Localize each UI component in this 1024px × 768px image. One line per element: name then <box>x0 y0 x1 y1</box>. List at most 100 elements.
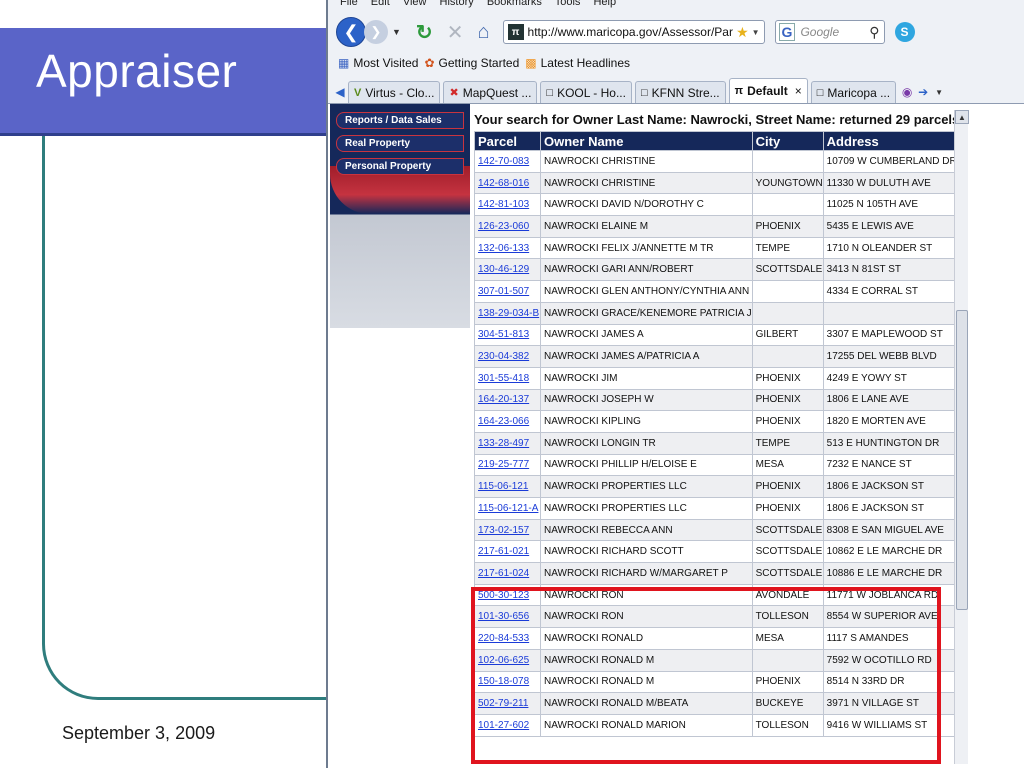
search-placeholder[interactable]: Google <box>800 25 869 39</box>
cell-parcel[interactable]: 138-29-034-B <box>474 301 541 325</box>
parcel-link[interactable]: 132-06-133 <box>478 243 529 254</box>
table-row: 164-23-066 NAWROCKI KIPLING PHOENIX 1820 E … <box>474 410 958 433</box>
skype-icon[interactable]: S <box>894 22 915 42</box>
back-button[interactable]: ❮ <box>336 17 366 47</box>
page-icon: □ <box>640 86 648 99</box>
cell-parcel[interactable]: 115-06-121-A <box>474 497 541 520</box>
cell-address: 3307 E MAPLEWOOD ST <box>822 323 958 347</box>
cell-city: TEMPE <box>751 431 824 455</box>
cell-parcel[interactable]: 301-55-418 <box>474 366 541 390</box>
search-icon[interactable]: ⚲ <box>869 24 879 41</box>
cell-parcel[interactable]: 132-06-133 <box>474 236 541 260</box>
cell-parcel[interactable]: 142-70-083 <box>474 150 541 173</box>
cell-owner: NAWROCKI PROPERTIES LLC <box>540 497 753 520</box>
cell-parcel[interactable]: 230-04-382 <box>474 345 541 368</box>
slide-date: September 3, 2009 <box>62 723 216 743</box>
parcel-link[interactable]: 230-04-382 <box>478 351 529 362</box>
close-tab-icon[interactable]: × <box>795 84 802 98</box>
cell-parcel[interactable]: 164-23-066 <box>474 410 541 433</box>
parcel-link[interactable]: 301-55-418 <box>478 373 529 384</box>
menu-file[interactable]: File <box>340 0 358 8</box>
cell-parcel[interactable]: 307-01-507 <box>474 280 541 303</box>
menu-view[interactable]: View <box>403 0 427 8</box>
tab-scroll-left-icon[interactable]: ◀ <box>332 81 348 103</box>
bookmark-getting-started[interactable]: ✿ Getting Started <box>424 56 519 70</box>
cell-parcel[interactable]: 130-46-129 <box>474 258 541 282</box>
parcel-link[interactable]: 133-28-497 <box>478 438 529 449</box>
menu-tools[interactable]: Tools <box>555 0 581 8</box>
bookmark-star-icon[interactable]: ★ <box>736 24 749 41</box>
stop-icon[interactable]: ✕ <box>447 20 464 45</box>
parcel-link[interactable]: 142-68-016 <box>478 178 529 189</box>
tab-label: MapQuest ... <box>462 85 532 100</box>
vertical-scrollbar[interactable]: ▲ <box>954 110 969 764</box>
parcel-link[interactable]: 115-06-121 <box>478 481 528 492</box>
menu-history[interactable]: History <box>440 0 474 8</box>
parcel-link[interactable]: 217-61-024 <box>478 568 529 579</box>
parcel-link[interactable]: 142-70-083 <box>478 156 529 167</box>
cell-parcel[interactable]: 126-23-060 <box>474 215 541 238</box>
parcel-link[interactable]: 307-01-507 <box>478 286 529 297</box>
cell-parcel[interactable]: 219-25-777 <box>474 453 541 477</box>
url-bar[interactable]: π http://www.maricopa.gov/Assessor/Parce… <box>502 20 765 44</box>
search-box[interactable]: G Google ⚲ <box>774 20 885 44</box>
forward-button[interactable]: ❯ <box>364 20 388 44</box>
cell-address: 11330 W DULUTH AVE <box>822 171 958 195</box>
parcel-link[interactable]: 219-25-777 <box>478 459 529 470</box>
parcel-link[interactable]: 164-23-066 <box>478 416 529 427</box>
url-text[interactable]: http://www.maricopa.gov/Assessor/ParcelA… <box>528 25 734 39</box>
bookmark-most-visited[interactable]: ▦ Most Visited <box>338 56 418 70</box>
menu-edit[interactable]: Edit <box>371 0 390 8</box>
tab-virtus[interactable]: V Virtus - Clo... <box>348 81 441 103</box>
nav-real-property[interactable]: Real Property <box>336 135 464 152</box>
cell-address: 3413 N 81ST ST <box>822 258 958 282</box>
table-row: 173-02-157 NAWROCKI REBECCA ANN SCOTTSDALE… <box>474 518 958 542</box>
parcel-link[interactable]: 138-29-034-B <box>478 308 539 319</box>
scroll-thumb[interactable] <box>956 310 968 610</box>
all-tabs-dropdown-icon[interactable]: ▼ <box>931 81 947 103</box>
cell-parcel[interactable]: 115-06-121 <box>474 475 541 498</box>
cell-address: 4334 E CORRAL ST <box>822 280 958 303</box>
nav-personal-property[interactable]: Personal Property <box>336 158 464 175</box>
tab-scroll-right-icon[interactable]: ➔ <box>915 81 931 103</box>
table-row: 142-81-103 NAWROCKI DAVID N/DOROTHY C 1102… <box>474 193 958 217</box>
cell-parcel[interactable]: 217-61-024 <box>474 562 541 585</box>
parcel-link[interactable]: 164-20-137 <box>478 394 529 405</box>
tab-kool[interactable]: □ KOOL - Ho... <box>540 81 632 103</box>
cell-parcel[interactable]: 164-20-137 <box>474 388 541 412</box>
cell-parcel[interactable]: 173-02-157 <box>474 518 541 542</box>
parcel-link[interactable]: 130-46-129 <box>478 264 529 275</box>
history-dropdown-icon[interactable]: ▼ <box>392 27 401 37</box>
table-row: 138-29-034-B NAWROCKI GRACE/KENEMORE PATR… <box>474 301 958 325</box>
parcel-link[interactable]: 217-61-021 <box>478 546 529 557</box>
tab-kfnn[interactable]: □ KFNN Stre... <box>634 81 726 103</box>
google-engine-icon[interactable]: G <box>778 23 796 41</box>
parcel-link[interactable]: 115-06-121-A <box>478 503 538 514</box>
reload-icon[interactable]: ↻ <box>416 20 433 45</box>
cell-parcel[interactable]: 133-28-497 <box>474 431 541 455</box>
scroll-up-icon[interactable]: ▲ <box>955 110 969 124</box>
parcel-link[interactable]: 173-02-157 <box>478 525 529 536</box>
menu-help[interactable]: Help <box>593 0 616 8</box>
tab-default[interactable]: π Default × <box>728 78 808 103</box>
bookmark-latest-headlines[interactable]: ▩ Latest Headlines <box>525 56 630 70</box>
parcel-link[interactable]: 126-23-060 <box>478 221 529 232</box>
table-row: 217-61-024 NAWROCKI RICHARD W/MARGARET PS… <box>474 562 958 585</box>
cell-parcel[interactable]: 304-51-813 <box>474 323 541 347</box>
parcel-link[interactable]: 304-51-813 <box>478 329 529 340</box>
table-row: 126-23-060 NAWROCKI ELAINE M PHOENIX 5435 E… <box>474 215 958 238</box>
table-row: 115-06-121-A NAWROCKI PROPERTIES LLC PHOEN… <box>474 497 958 520</box>
tab-mapquest[interactable]: ✖ MapQuest ... <box>443 81 538 103</box>
cell-parcel[interactable]: 142-81-103 <box>474 193 541 217</box>
tab-list-icon[interactable]: ◉ <box>899 81 915 103</box>
column-header-owner: Owner Name <box>540 131 753 151</box>
url-dropdown-icon[interactable]: ▼ <box>752 28 760 37</box>
nav-reports-data-sales[interactable]: Reports / Data Sales <box>336 112 464 129</box>
cell-owner: NAWROCKI REBECCA ANN <box>540 518 753 542</box>
tab-maricopa[interactable]: □ Maricopa ... <box>810 81 897 103</box>
menu-bookmarks[interactable]: Bookmarks <box>487 0 542 8</box>
parcel-link[interactable]: 142-81-103 <box>478 199 529 210</box>
cell-parcel[interactable]: 217-61-021 <box>474 540 541 564</box>
home-icon[interactable]: ⌂ <box>477 21 489 44</box>
cell-parcel[interactable]: 142-68-016 <box>474 171 541 195</box>
